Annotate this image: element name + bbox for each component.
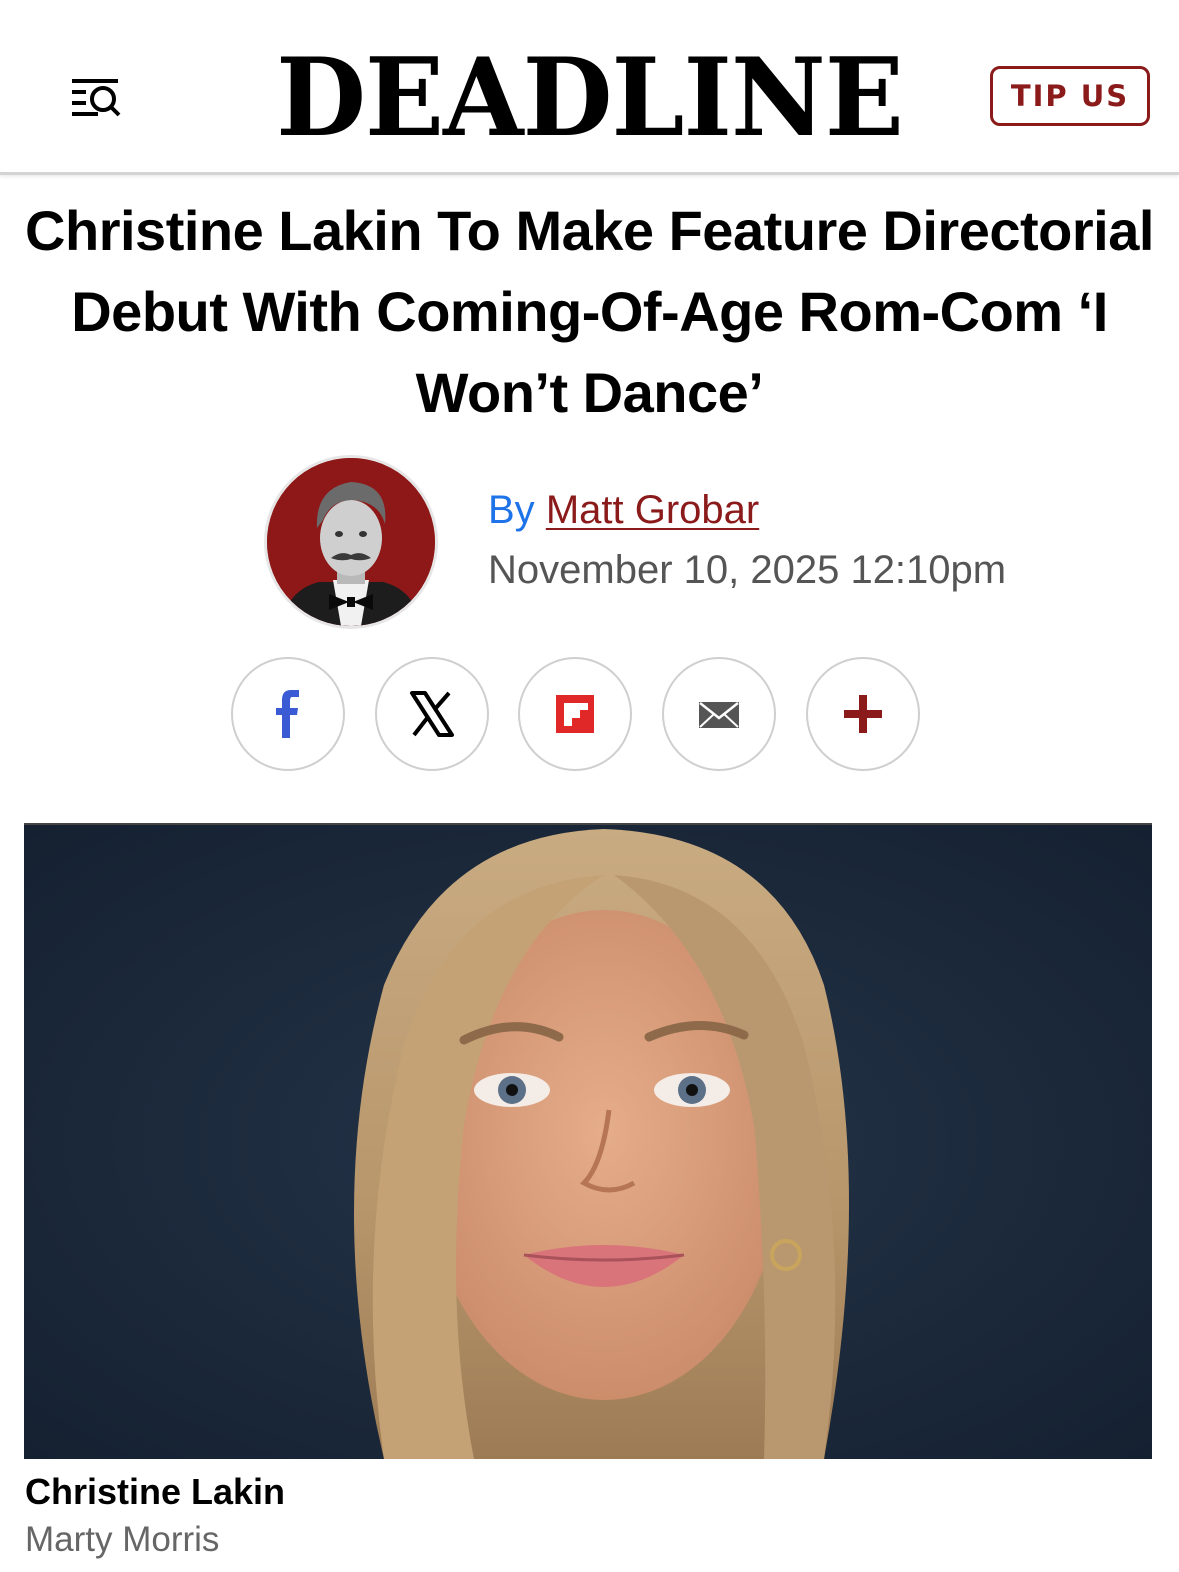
site-logo[interactable]: DEADLINE [216,44,964,152]
share-flipboard-button[interactable] [518,657,632,771]
feature-photo[interactable] [24,823,1152,1459]
author-avatar[interactable] [264,455,438,629]
share-email-button[interactable] [662,657,776,771]
share-more-button[interactable] [806,657,920,771]
x-icon [410,691,454,737]
share-facebook-button[interactable] [231,657,345,771]
byline-prefix: By [488,488,535,532]
publish-date: November 10, 2025 12:10pm [488,548,1007,592]
share-x-button[interactable] [375,657,489,771]
byline: By Matt Grobar [488,486,759,534]
tip-us-button[interactable]: TIP US [990,66,1150,126]
flipboard-icon [556,695,594,733]
facebook-icon [276,690,299,738]
plus-icon [844,695,882,733]
photo-caption: Christine Lakin [25,1471,286,1512]
menu-search-icon[interactable] [68,75,124,119]
site-header: DEADLINE TIP US [0,0,1179,175]
photo-credit: Marty Morris [25,1520,220,1559]
author-link[interactable]: Matt Grobar [546,488,759,532]
email-icon [699,702,739,728]
article-headline: Christine Lakin To Make Feature Director… [25,199,1154,424]
